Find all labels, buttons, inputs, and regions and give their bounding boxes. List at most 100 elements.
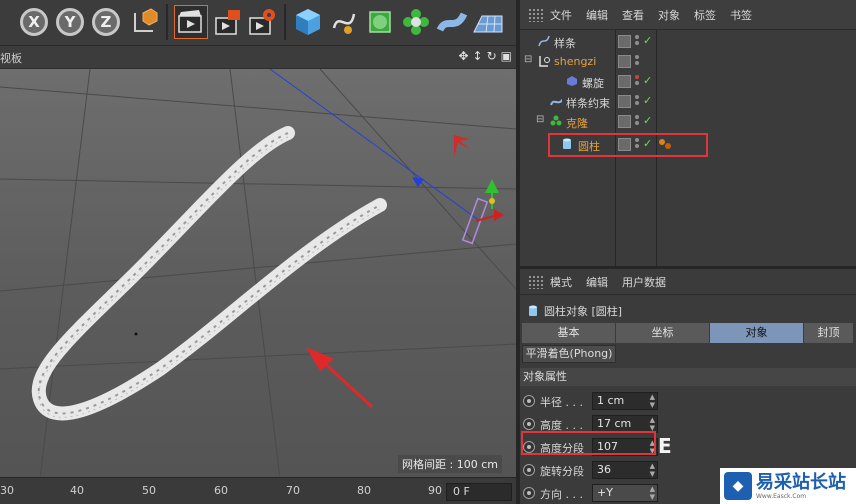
panel-grip-icon[interactable] bbox=[528, 7, 544, 22]
menu-file[interactable]: 文件 bbox=[550, 7, 572, 23]
spline-pen-button[interactable] bbox=[328, 6, 360, 38]
object-name: 样条约束 bbox=[566, 97, 610, 110]
object-row-helix[interactable]: 螺旋 ✓ bbox=[520, 72, 856, 92]
y-axis-lock-button[interactable]: Y bbox=[56, 8, 84, 36]
render-to-picture-viewer-button[interactable] bbox=[212, 6, 244, 38]
cylinder-icon bbox=[529, 305, 537, 316]
spinner-icon: ▲ ▼ bbox=[649, 416, 655, 432]
rotation-segments-field[interactable]: 36 ▲ ▼ bbox=[592, 461, 658, 479]
object-row-spline-wrap[interactable]: 样条约束 ✓ bbox=[520, 92, 856, 112]
prop-label: 旋转分段 bbox=[540, 465, 584, 478]
viewport-label: 视板 bbox=[0, 52, 22, 65]
zoom-view-icon[interactable]: ↕ bbox=[473, 49, 483, 63]
subdivision-icon bbox=[369, 11, 391, 33]
timeline-tick: 30 bbox=[0, 484, 14, 497]
keyframe-radio[interactable] bbox=[523, 487, 535, 499]
tab-caps[interactable]: 封顶 bbox=[804, 323, 854, 343]
timeline-tick: 70 bbox=[286, 484, 300, 497]
layer-box[interactable] bbox=[618, 35, 631, 48]
prop-label: 半径 . . . bbox=[540, 396, 583, 409]
coordinate-system-button[interactable] bbox=[128, 6, 160, 38]
render-settings-button[interactable] bbox=[246, 6, 278, 38]
z-axis-lock-button[interactable]: Z bbox=[92, 8, 120, 36]
object-row-cloner[interactable]: ⊟ 克隆 ✓ bbox=[520, 112, 856, 132]
spline-wrap-icon bbox=[550, 98, 562, 106]
spline-icon bbox=[538, 35, 550, 47]
current-frame-field[interactable]: 0 F bbox=[446, 483, 512, 501]
menu-edit[interactable]: 编辑 bbox=[586, 274, 608, 290]
tab-phong[interactable]: 平滑着色(Phong) bbox=[522, 345, 616, 363]
menu-edit[interactable]: 编辑 bbox=[586, 7, 608, 23]
collapse-toggle-icon[interactable]: ⊟ bbox=[536, 114, 544, 125]
watermark-text: 易采站长站 bbox=[756, 471, 846, 493]
render-clapper-icon bbox=[178, 10, 202, 33]
prop-rotation-segments: 旋转分段 36 ▲ ▼ bbox=[522, 460, 662, 480]
visibility-dots[interactable] bbox=[635, 35, 640, 48]
annotation-letter: E bbox=[658, 434, 672, 458]
layer-box[interactable] bbox=[618, 55, 631, 68]
visibility-dots[interactable] bbox=[635, 95, 640, 108]
radius-field[interactable]: 1 cm ▲ ▼ bbox=[592, 392, 658, 410]
watermark-logo-icon: ◆ bbox=[724, 472, 752, 500]
panel-grip-icon[interactable] bbox=[528, 274, 544, 289]
object-name: 样条 bbox=[554, 37, 576, 50]
bend-deformer-icon bbox=[436, 12, 468, 32]
enabled-check-icon[interactable]: ✓ bbox=[643, 114, 652, 127]
menu-tags[interactable]: 标签 bbox=[694, 7, 716, 23]
tab-object[interactable]: 对象 bbox=[710, 323, 804, 343]
floor-grid-icon bbox=[473, 15, 503, 33]
subdivision-surface-button[interactable] bbox=[364, 6, 396, 38]
attribute-title-text: 圆柱对象 [圆柱] bbox=[544, 305, 623, 318]
visibility-dots[interactable] bbox=[635, 115, 640, 128]
cloner-icon bbox=[550, 115, 562, 126]
height-segments-highlight-annotation bbox=[521, 431, 656, 455]
rope-object bbox=[31, 126, 387, 421]
coordinate-system-icon bbox=[134, 8, 158, 32]
main-toolbar: X Y Z bbox=[0, 0, 516, 46]
3d-viewport[interactable]: 网格间距 : 100 cm bbox=[0, 68, 516, 477]
object-row-spline[interactable]: 样条 ✓ bbox=[520, 32, 856, 52]
menu-bookmarks[interactable]: 书签 bbox=[730, 7, 752, 23]
keyframe-radio[interactable] bbox=[523, 395, 535, 407]
move-view-icon[interactable]: ✥ bbox=[458, 49, 468, 63]
red-annotation-arrow bbox=[306, 347, 374, 409]
enabled-check-icon[interactable]: ✓ bbox=[643, 34, 652, 47]
object-name: shengzi bbox=[554, 55, 597, 68]
visibility-dots[interactable] bbox=[635, 75, 640, 88]
floor-environment-button[interactable] bbox=[472, 6, 504, 38]
red-flag-marker-icon bbox=[454, 135, 470, 157]
timeline-tick: 50 bbox=[142, 484, 156, 497]
rotate-view-icon[interactable]: ↻ bbox=[487, 49, 497, 63]
timeline-tick: 60 bbox=[214, 484, 228, 497]
visibility-dots[interactable] bbox=[635, 55, 640, 68]
tab-coordinates[interactable]: 坐标 bbox=[616, 323, 710, 343]
object-row-shengzi[interactable]: ⊟ shengzi bbox=[520, 52, 856, 72]
keyframe-radio[interactable] bbox=[523, 418, 535, 430]
maximize-view-icon[interactable]: ▣ bbox=[501, 49, 512, 63]
menu-user-data[interactable]: 用户数据 bbox=[622, 274, 666, 290]
collapse-toggle-icon[interactable]: ⊟ bbox=[524, 54, 532, 65]
render-view-button[interactable] bbox=[174, 5, 208, 39]
site-watermark: ◆ 易采站长站 Www.Easck.Com bbox=[720, 468, 856, 504]
enabled-check-icon[interactable]: ✓ bbox=[643, 74, 652, 87]
tab-basic[interactable]: 基本 bbox=[522, 323, 616, 343]
cube-primitive-button[interactable] bbox=[292, 6, 324, 38]
layer-box[interactable] bbox=[618, 115, 631, 128]
keyframe-radio[interactable] bbox=[523, 464, 535, 476]
deformer-button[interactable] bbox=[436, 6, 468, 38]
layer-box[interactable] bbox=[618, 95, 631, 108]
layer-box[interactable] bbox=[618, 75, 631, 88]
enabled-check-icon[interactable]: ✓ bbox=[643, 94, 652, 107]
orientation-dropdown[interactable]: +Y ▲ ▼ bbox=[592, 484, 658, 502]
x-axis-lock-button[interactable]: X bbox=[20, 8, 48, 36]
z-axis-line bbox=[269, 69, 481, 222]
spinner-icon: ▲ ▼ bbox=[649, 462, 655, 478]
menu-view[interactable]: 查看 bbox=[622, 7, 644, 23]
menu-mode[interactable]: 模式 bbox=[550, 274, 572, 290]
prop-radius: 半径 . . . 1 cm ▲ ▼ bbox=[522, 391, 662, 411]
menu-object[interactable]: 对象 bbox=[658, 7, 680, 23]
cloner-button[interactable] bbox=[400, 6, 432, 38]
render-picture-viewer-icon bbox=[215, 10, 240, 35]
render-settings-icon bbox=[249, 9, 275, 35]
timeline-ruler[interactable]: 30 40 50 60 70 80 90 0 F bbox=[0, 477, 516, 504]
